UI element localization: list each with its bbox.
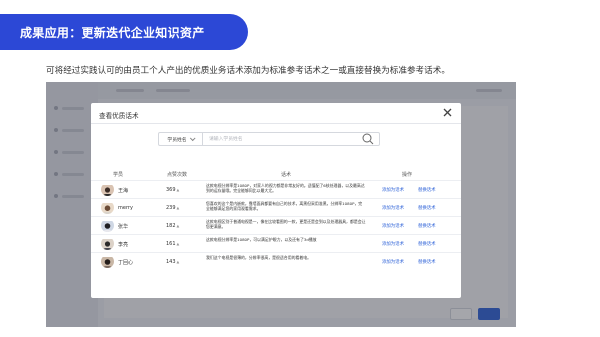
slide-title-banner: 成果应用：更新迭代企业知识资产 [0,14,248,50]
add-script-link[interactable]: 添加为话术 [382,259,404,265]
search-input[interactable] [203,133,361,145]
avatar [101,219,114,232]
modal-title: 查看优质话术 [99,112,139,120]
column-header-student: 学员 [113,172,124,178]
add-script-link[interactable]: 添加为话术 [382,187,404,193]
avatar [101,201,114,214]
script-text: 您喜欢的这个是内嵌款，靠墙面具都要有自己的技术，离黑但采用准黑，分辨率1080P… [206,201,363,212]
close-icon[interactable] [441,106,454,119]
column-header-script: 话术 [281,172,292,178]
student-name: merry [118,205,133,211]
sort-arrow-icon: ▲ [176,242,180,246]
avatar [101,255,114,268]
script-text: 这款电视分辨率是1080P，可以满足护眼力，以及还有了3d播放 [206,237,317,242]
sort-arrow-icon: ▲ [176,224,180,228]
table-row: 张华 182▲ 这款电视区别于普通电视是一，像在比较看图的一款，更是还是会到以及… [91,216,461,234]
student-name: 王海 [118,188,129,194]
add-script-link[interactable]: 添加为话术 [382,205,404,211]
like-count: 369▲ [166,187,180,193]
script-text: 这款电视分辨率是1080P，对家人的视力都是非常友好的。适值配了6核处理器，以及… [206,183,365,194]
script-text: 我们这个电视是很薄的，分辨率很高，是很适合用的看着电。 [206,255,312,260]
chevron-down-icon [189,135,196,142]
sort-arrow-icon: ▲ [176,188,180,192]
column-header-actions: 操作 [402,172,413,178]
table-row: 李亮 161▲ 这款电视分辨率是1080P，可以满足护眼力，以及还有了3d播放 … [91,234,461,252]
replace-script-link[interactable]: 替换话术 [418,205,436,211]
student-name: 丁回心 [118,260,134,266]
sort-arrow-icon: ▲ [176,260,180,264]
search-icon[interactable] [361,132,375,146]
search-field-select[interactable]: 学员姓名 [159,133,203,145]
column-header-count: 点赞次数 [167,172,188,178]
like-count: 182▲ [166,223,180,229]
replace-script-link[interactable]: 替换话术 [418,187,436,193]
search-field-select-value: 学员姓名 [167,137,187,143]
table-row: merry 239▲ 您喜欢的这个是内嵌款，靠墙面具都要有自己的技术，离黑但采用… [91,198,461,216]
like-count: 161▲ [166,241,180,247]
table-row: 丁回心 143▲ 我们这个电视是很薄的，分辨率很高，是很适合用的看着电。 添加为… [91,252,461,270]
slide-title: 成果应用：更新迭代企业知识资产 [20,25,205,40]
table-row: 王海 369▲ 这款电视分辨率是1080P，对家人的视力都是非常友好的。适值配了… [91,180,461,198]
like-count: 239▲ [166,205,180,211]
sort-arrow-icon: ▲ [176,206,180,210]
search-bar: 学员姓名 [158,132,380,146]
replace-script-link[interactable]: 替换话术 [418,241,436,247]
quality-scripts-modal: 查看优质话术 学员姓名 学员 点赞次数 话术 操作 王海 369▲ 这款电视分辨… [91,103,461,298]
avatar [101,237,114,250]
like-count: 143▲ [166,259,180,265]
student-name: 李亮 [118,242,129,248]
script-text: 这款电视区别于普通电视是一，像在比较看图的一款，更是还是会到以及处理器具，都是会… [206,219,366,230]
slide-description: 可将经过实践认可的由员工个人产出的优质业务话术添加为标准参考话术之一或直接替换为… [46,66,450,76]
replace-script-link[interactable]: 替换话术 [418,223,436,229]
add-script-link[interactable]: 添加为话术 [382,223,404,229]
replace-script-link[interactable]: 替换话术 [418,259,436,265]
student-name: 张华 [118,224,129,230]
add-script-link[interactable]: 添加为话术 [382,241,404,247]
avatar [101,183,114,196]
